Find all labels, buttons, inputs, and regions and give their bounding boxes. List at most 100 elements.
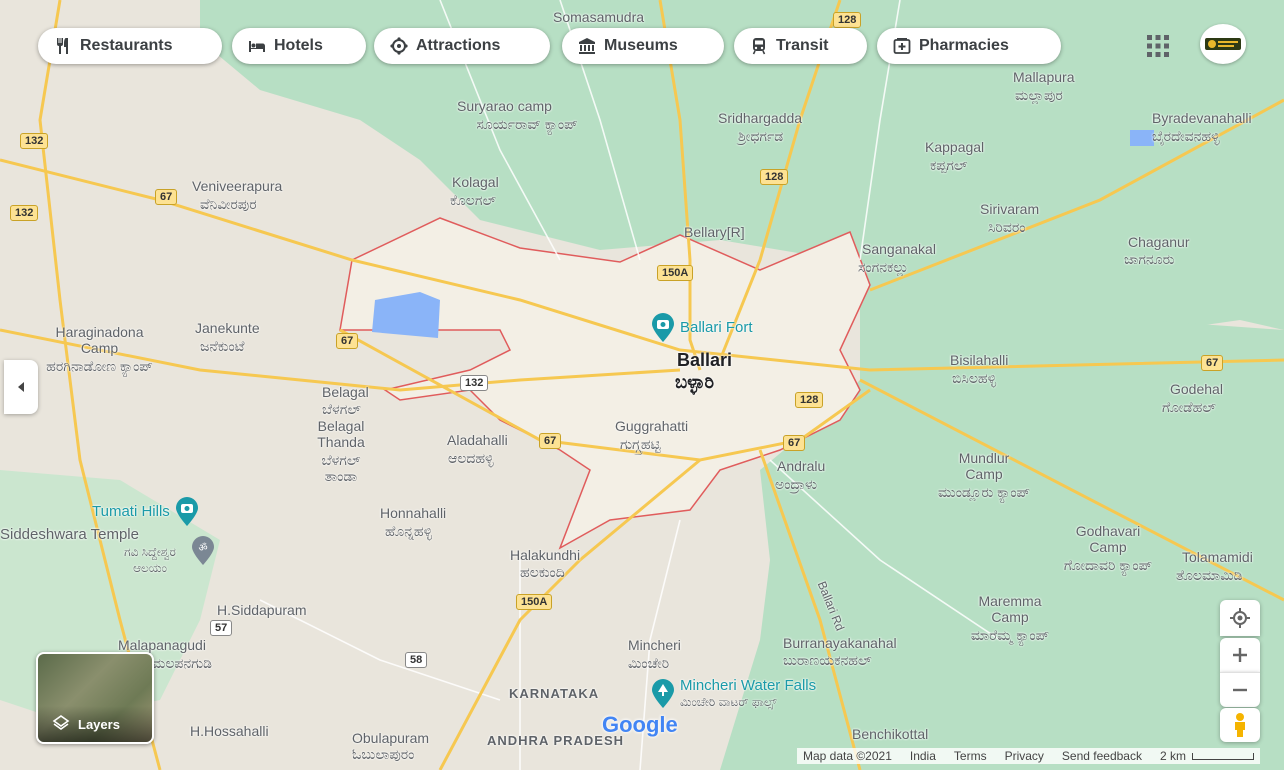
filter-chip-pharmacies[interactable]: Pharmacies xyxy=(877,28,1061,64)
layers-button[interactable]: Layers xyxy=(36,652,154,744)
poi-label: Mincheri Water Falls xyxy=(680,677,817,694)
place-label: Aladahalli xyxy=(447,432,508,448)
terms-link[interactable]: Terms xyxy=(954,749,987,763)
apps-grid-button[interactable] xyxy=(1146,34,1170,58)
place-label-local: ಮಲಪನಗುಡಿ xyxy=(152,655,212,671)
place-label-local: ಬೆಳಗಲ್ xyxy=(322,401,361,417)
send-feedback-link[interactable]: Send feedback xyxy=(1062,749,1142,763)
chip-label: Restaurants xyxy=(80,37,173,54)
my-location-button[interactable] xyxy=(1220,600,1260,636)
road-shield-67-center: 67 xyxy=(336,333,359,349)
place-label: Somasamudra xyxy=(553,9,645,25)
place-label-local: ವೆನಿವೀರಪುರ xyxy=(200,196,257,212)
city-label-local: ಬಳ್ಳಾರಿ xyxy=(675,372,714,392)
place-label: Burranayakanahal xyxy=(783,635,897,651)
place-label: Mallapura xyxy=(1013,69,1075,85)
scale-bar[interactable]: 2 km xyxy=(1160,749,1254,763)
museum-icon xyxy=(579,38,595,54)
street-view-pegman-button[interactable] xyxy=(1220,708,1260,742)
collapse-side-panel-button[interactable] xyxy=(4,360,38,414)
place-label: Mincheri xyxy=(628,637,681,653)
poi-label: Tumati Hills xyxy=(92,503,170,520)
scale-line xyxy=(1192,752,1254,760)
city-label[interactable]: Ballari xyxy=(677,351,732,369)
lake xyxy=(372,292,440,338)
poi-ballari-fort[interactable]: Ballari Fort xyxy=(650,313,753,343)
chip-label: Pharmacies xyxy=(919,37,1009,54)
place-label: Bisilahalli xyxy=(950,352,1009,368)
place-label-local: ಕಪ್ಪಗಲ್ xyxy=(930,157,968,173)
layers-label: Layers xyxy=(78,717,120,732)
filter-chip-restaurants[interactable]: Restaurants xyxy=(38,28,222,64)
chip-label: Museums xyxy=(604,37,678,54)
place-label: Byradevanahalli xyxy=(1152,110,1252,126)
poi-mincheri-water-falls[interactable]: Mincheri Water Falls ಮಿಂಚೇರಿ ವಾಟರ್ ಫಾಲ್ಸ… xyxy=(650,678,816,710)
plus-icon xyxy=(1233,648,1247,662)
road-shield-67-south: 67 xyxy=(539,433,562,449)
place-label-local: ಹೊನ್ನಹಳ್ಳಿ xyxy=(385,523,433,539)
place-label: Belagal Thanda xyxy=(317,418,365,450)
place-label-local: ಬಿಸಿಲಹಳ್ಳಿ xyxy=(952,370,997,386)
place-label: Suryarao camp xyxy=(457,98,552,114)
place-label-local: ಹರಗಿನಾಡೋಣ ಕ್ಯಾಂಪ್ xyxy=(46,358,153,374)
place-label-local: ಸೂರ್ಯರಾವ್ ಕ್ಯಾಂಪ್ xyxy=(476,116,578,132)
poi-label: Siddeshwara Temple xyxy=(0,526,139,543)
road-shield-128-mid: 128 xyxy=(760,169,789,185)
place-label-local: ಸಿರಿವರಂ xyxy=(988,219,1026,235)
road-shield-57: 57 xyxy=(210,620,233,636)
road-shield-67-west: 67 xyxy=(155,189,178,205)
road-shield-128-north: 128 xyxy=(833,12,862,28)
place-label: Bellary[R] xyxy=(684,224,745,240)
poi-label-local: ಗವಿ ಸಿದ್ದೇಶ್ವರ ಆಲಯಂ xyxy=(124,545,176,575)
place-label: Maremma Camp xyxy=(978,593,1042,625)
place-label: H.Hossahalli xyxy=(190,723,269,739)
place-label: Sanganakal xyxy=(862,241,936,257)
chip-label: Transit xyxy=(776,37,829,54)
zoom-in-button[interactable] xyxy=(1220,638,1260,672)
account-avatar[interactable] xyxy=(1200,24,1246,64)
poi-label-local: ಮಿಂಚೇರಿ ವಾಟರ್ ಫಾಲ್ಸ್ xyxy=(680,695,777,709)
transit-icon xyxy=(752,38,766,55)
poi-siddeshwara-temple[interactable]: Siddeshwara Temple ಗವಿ ಸಿದ್ದೇಶ್ವರ ಆಲಯಂ ॐ xyxy=(0,526,214,575)
map-footer: Map data ©2021 India Terms Privacy Send … xyxy=(796,748,1260,764)
attractions-icon xyxy=(390,37,408,55)
place-label-local: ಕೊಲಗಲ್ xyxy=(450,192,497,208)
place-label: Chaganur xyxy=(1128,234,1190,250)
privacy-link[interactable]: Privacy xyxy=(1005,749,1044,763)
poi-tumati-hills[interactable]: Tumati Hills xyxy=(92,497,200,527)
place-label: Kolagal xyxy=(452,174,499,190)
zoom-out-button[interactable] xyxy=(1220,672,1260,707)
place-label-local: ಮಲ್ಲಾಪುರ xyxy=(1015,87,1063,103)
place-label-local: ಮುಂಡ್ಲೂರು ಕ್ಯಾಂಪ್ xyxy=(937,484,1031,500)
google-logo-text: Google xyxy=(602,712,678,737)
filter-chip-transit[interactable]: Transit xyxy=(734,28,867,64)
place-label: Halakundhi xyxy=(510,547,581,563)
place-label-local: ಮಾರೆಮ್ಮ ಕ್ಯಾಂಪ್ xyxy=(970,627,1050,643)
place-label-local: ಬುರಾಣಯಕನಹಲ್ xyxy=(783,652,872,668)
place-label: Honnahalli xyxy=(380,505,447,521)
filter-chip-attractions[interactable]: Attractions xyxy=(374,28,550,64)
filter-chip-museums[interactable]: Museums xyxy=(562,28,724,64)
place-label-local: ಹಲಕುಂದಿ xyxy=(520,564,565,580)
place-label: Godhavari Camp xyxy=(1075,523,1141,555)
place-label: Veniveerapura xyxy=(192,178,283,194)
road-shield-67-southeast: 67 xyxy=(783,435,806,451)
region-link[interactable]: India xyxy=(910,749,936,763)
account-logo-icon xyxy=(1205,38,1241,50)
svg-text:ॐ: ॐ xyxy=(198,542,207,554)
place-label-local: ಗೋದಾವರಿ ಕ್ಯಾಂಪ್ xyxy=(1063,557,1153,573)
road-shield-150a-north: 150A xyxy=(657,265,694,281)
restaurant-icon xyxy=(57,38,68,54)
filter-chip-hotels[interactable]: Hotels xyxy=(232,28,366,64)
place-label: Benchikottal xyxy=(852,726,929,742)
place-label: Sridhargadda xyxy=(718,110,803,126)
place-label-local: ತೊಲಮಾಮಿಡಿ xyxy=(1176,567,1243,583)
road-shield-132-west: 132 xyxy=(20,133,49,149)
poi-label: Ballari Fort xyxy=(680,319,753,336)
chip-label: Attractions xyxy=(416,37,501,54)
map-data-attribution: Map data ©2021 xyxy=(802,749,892,763)
temple-pin-icon: ॐ xyxy=(192,536,214,565)
minus-icon xyxy=(1233,688,1247,692)
place-label: Haraginadona Camp xyxy=(55,324,144,356)
place-label: Mundlur Camp xyxy=(958,450,1010,482)
